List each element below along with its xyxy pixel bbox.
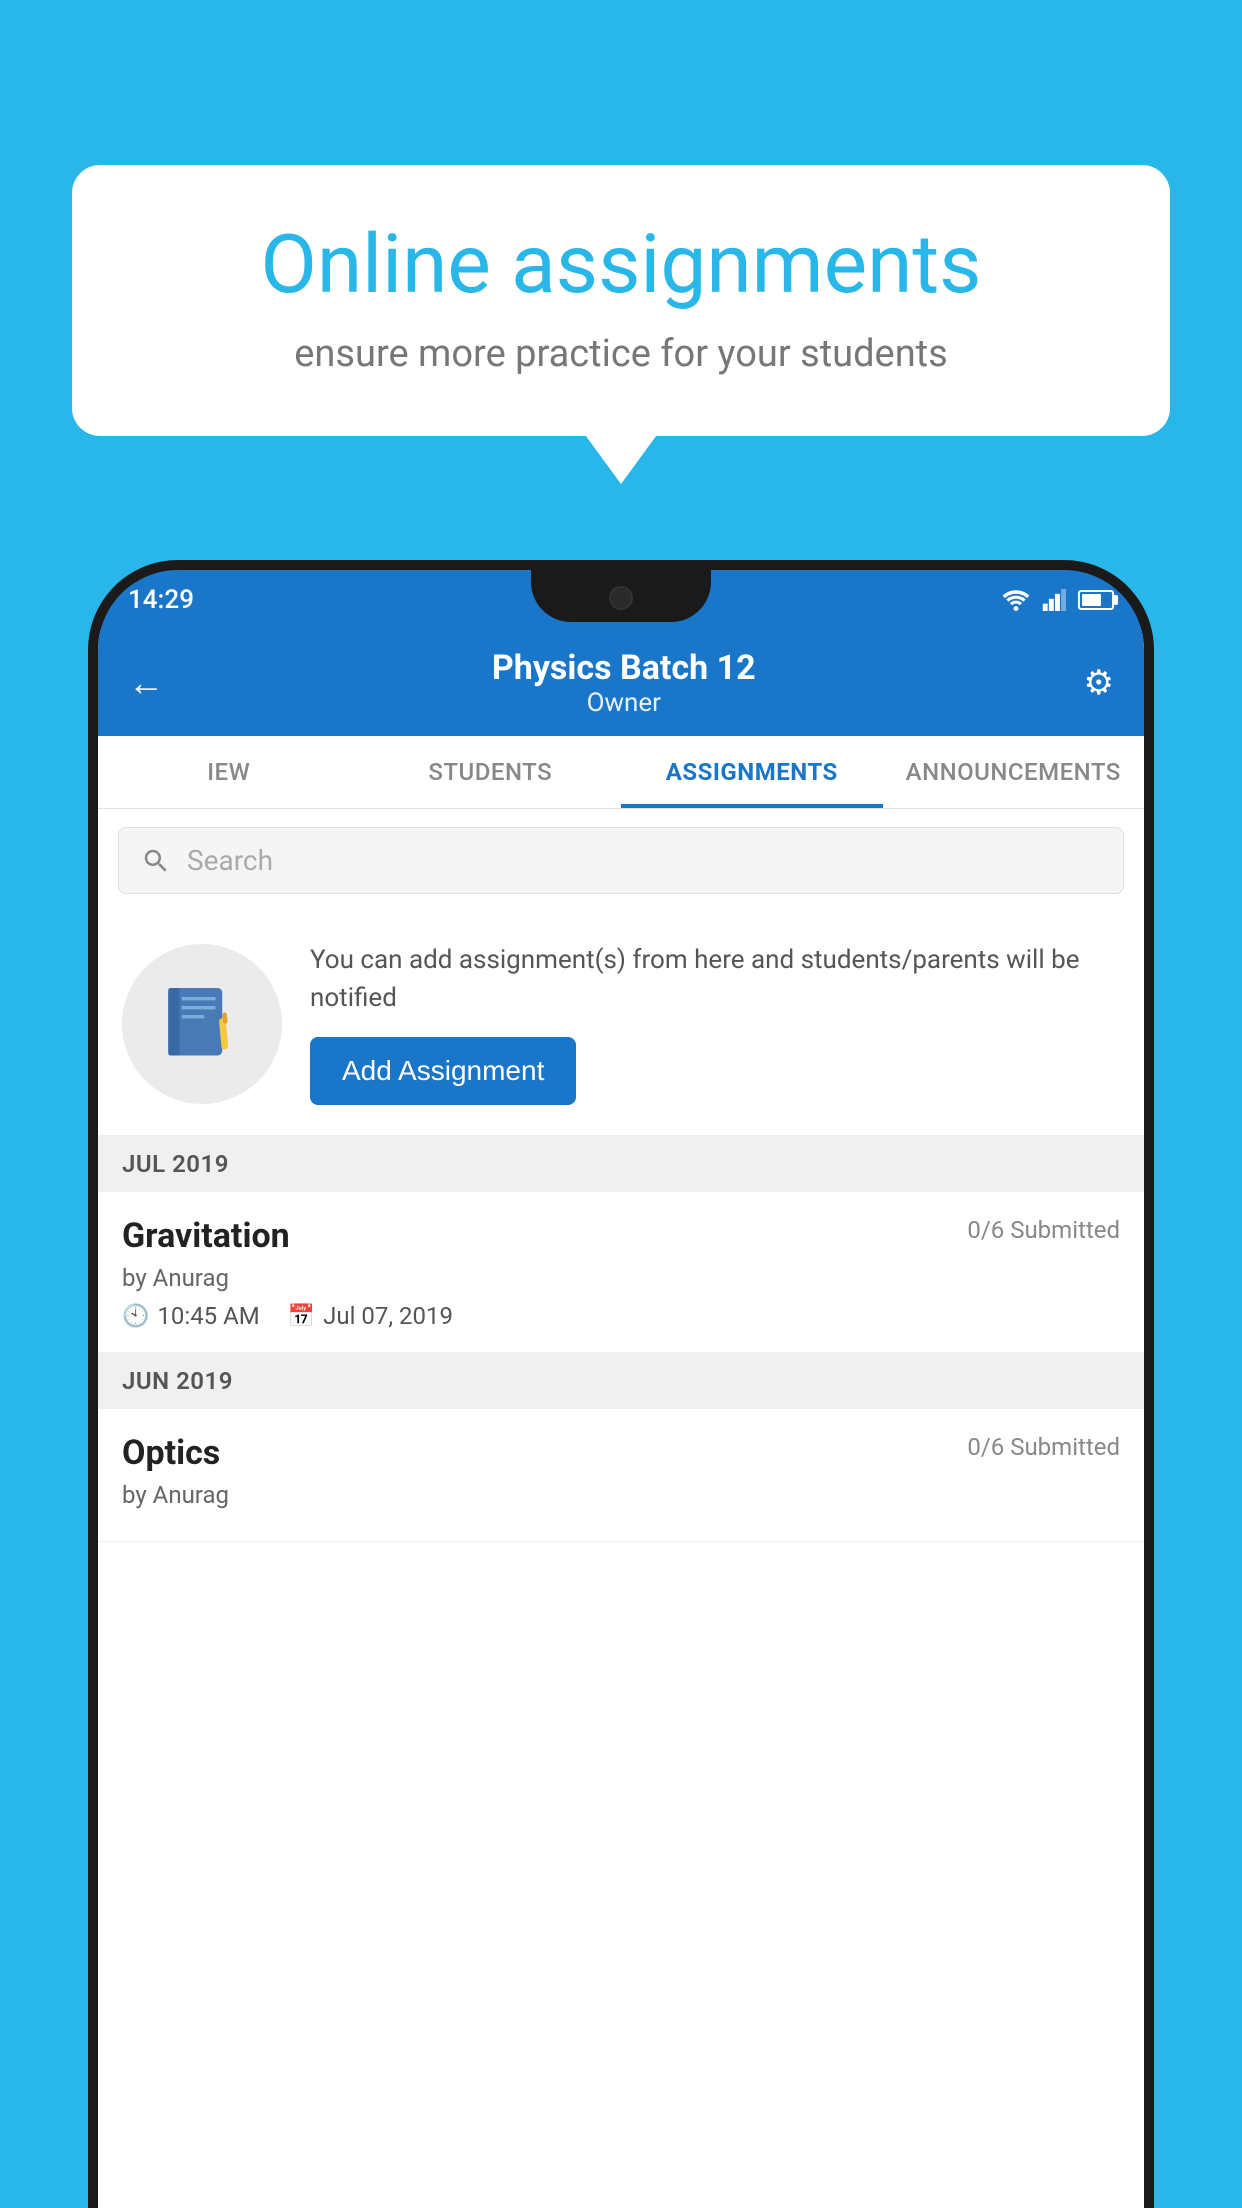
assignment-name: Gravitation	[122, 1216, 290, 1256]
battery-icon	[1078, 590, 1114, 610]
promo-text-area: You can add assignment(s) from here and …	[310, 942, 1120, 1105]
promo-icon-wrapper	[122, 944, 282, 1104]
assignment-row-top-optics: Optics 0/6 Submitted	[122, 1433, 1120, 1473]
batch-subtitle: Owner	[492, 688, 756, 718]
assignment-submitted: 0/6 Submitted	[967, 1216, 1120, 1244]
tab-announcements[interactable]: ANNOUNCEMENTS	[883, 736, 1145, 808]
assignment-meta: 🕙 10:45 AM 📅 Jul 07, 2019	[122, 1302, 1120, 1330]
back-button[interactable]: ←	[128, 662, 164, 704]
assignment-submitted-optics: 0/6 Submitted	[967, 1433, 1120, 1461]
section-header-jul: JUL 2019	[98, 1136, 1144, 1192]
assignment-date-value: Jul 07, 2019	[323, 1302, 453, 1330]
phone-inner: 14:29	[98, 570, 1144, 2208]
promo-description: You can add assignment(s) from here and …	[310, 942, 1120, 1017]
front-camera	[609, 586, 633, 610]
section-header-jun: JUN 2019	[98, 1353, 1144, 1409]
assignment-item-gravitation[interactable]: Gravitation 0/6 Submitted by Anurag 🕙 10…	[98, 1192, 1144, 1353]
settings-icon[interactable]: ⚙	[1084, 663, 1114, 703]
app-content: ← Physics Batch 12 Owner ⚙ IEW STUDENTS …	[98, 630, 1144, 2208]
app-header: ← Physics Batch 12 Owner ⚙	[98, 630, 1144, 736]
assignment-date: 📅 Jul 07, 2019	[288, 1302, 453, 1330]
assignment-author: by Anurag	[122, 1264, 1120, 1292]
status-time: 14:29	[128, 585, 194, 615]
tab-students[interactable]: STUDENTS	[360, 736, 622, 808]
tab-iew[interactable]: IEW	[98, 736, 360, 808]
phone-frame: 14:29	[88, 560, 1154, 2208]
search-placeholder: Search	[187, 844, 273, 877]
add-assignment-button[interactable]: Add Assignment	[310, 1037, 576, 1105]
search-container: Search	[98, 809, 1144, 912]
promo-section: You can add assignment(s) from here and …	[98, 912, 1144, 1136]
assignment-item-optics[interactable]: Optics 0/6 Submitted by Anurag	[98, 1409, 1144, 1542]
tabs-bar: IEW STUDENTS ASSIGNMENTS ANNOUNCEMENTS	[98, 736, 1144, 809]
bubble-title: Online assignments	[132, 220, 1110, 310]
notebook-icon	[157, 979, 247, 1069]
clock-icon: 🕙	[122, 1304, 149, 1329]
tab-assignments[interactable]: ASSIGNMENTS	[621, 736, 883, 808]
assignment-author-optics: by Anurag	[122, 1481, 1120, 1509]
assignment-time-value: 10:45 AM	[157, 1302, 259, 1330]
search-bar[interactable]: Search	[118, 827, 1124, 894]
assignment-row-top: Gravitation 0/6 Submitted	[122, 1216, 1120, 1256]
speech-bubble-card: Online assignments ensure more practice …	[72, 165, 1170, 436]
batch-title: Physics Batch 12	[492, 648, 756, 688]
phone-notch	[531, 570, 711, 622]
wifi-icon	[1000, 589, 1032, 611]
assignment-time: 🕙 10:45 AM	[122, 1302, 260, 1330]
header-title-group: Physics Batch 12 Owner	[492, 648, 756, 718]
calendar-icon: 📅	[288, 1304, 315, 1329]
search-icon	[141, 846, 171, 876]
signal-icon	[1042, 589, 1068, 611]
status-icons	[1000, 589, 1114, 611]
bubble-subtitle: ensure more practice for your students	[132, 332, 1110, 376]
assignment-name-optics: Optics	[122, 1433, 220, 1473]
